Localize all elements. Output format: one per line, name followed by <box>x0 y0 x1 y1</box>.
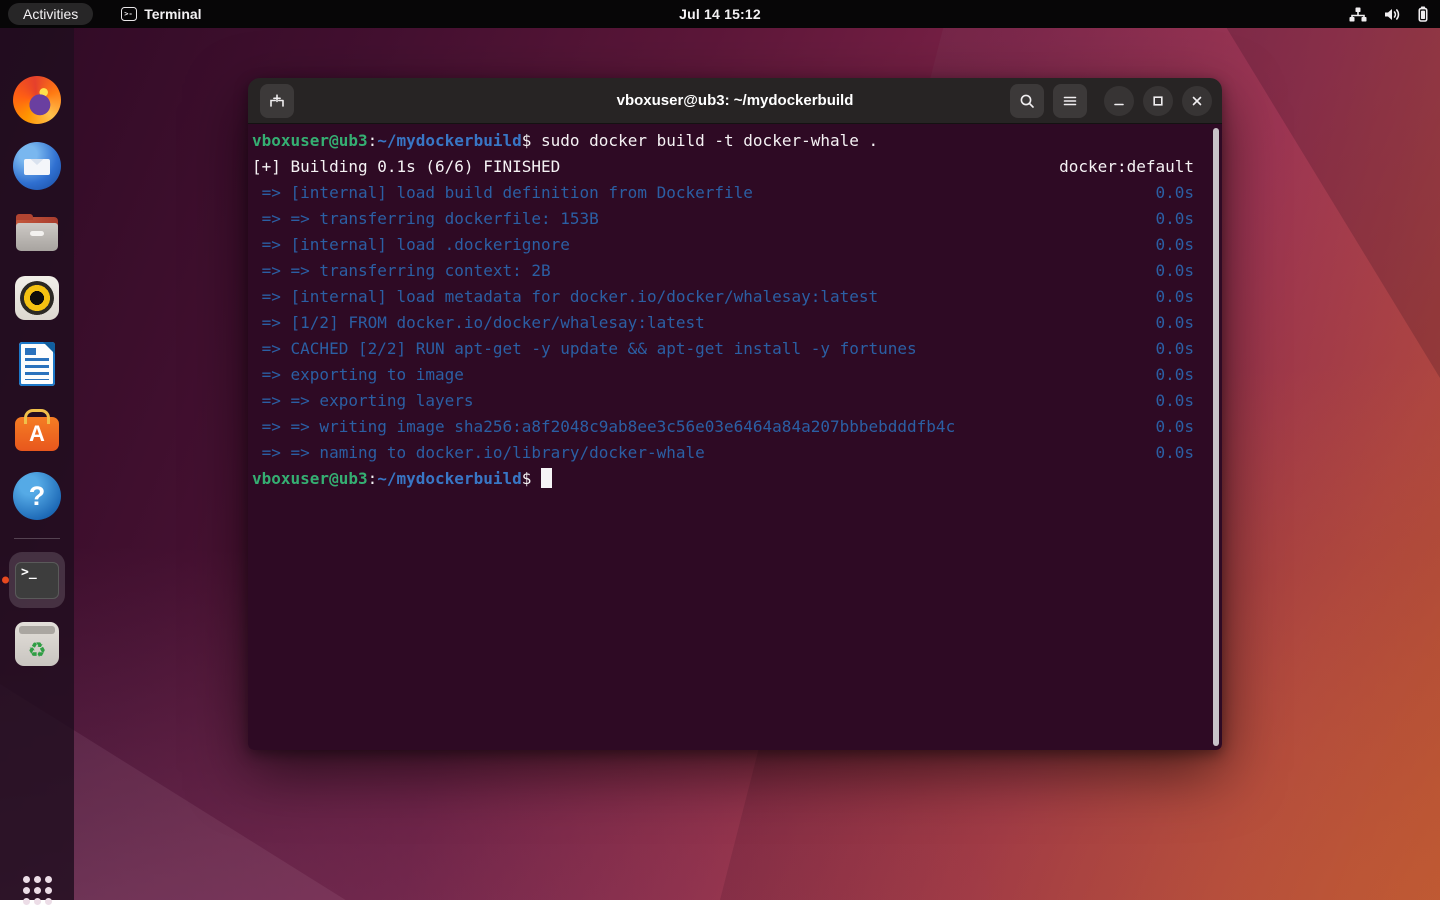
terminal-window: vboxuser@ub3: ~/mydockerbuild <box>248 78 1222 750</box>
dock-item-terminal[interactable]: >_ <box>9 552 65 608</box>
network-wired-icon <box>1349 7 1367 22</box>
maximize-button[interactable] <box>1143 86 1173 116</box>
running-indicator-dot <box>2 577 9 584</box>
focused-app-menu[interactable]: >- Terminal <box>121 6 201 22</box>
app-grid-icon <box>23 876 52 905</box>
libreoffice-writer-icon <box>19 342 55 386</box>
focused-app-name: Terminal <box>144 6 201 22</box>
terminal-line: => => writing image sha256:a8f2048c9ab8e… <box>252 414 1220 440</box>
firefox-icon <box>13 76 61 124</box>
dock-item-files[interactable] <box>13 208 61 256</box>
window-title: vboxuser@ub3: ~/mydockerbuild <box>617 92 854 109</box>
terminal-line: => CACHED [2/2] RUN apt-get -y update &&… <box>252 336 1220 362</box>
new-tab-icon <box>267 92 287 110</box>
trash-icon: ♻ <box>15 622 59 666</box>
hamburger-menu-icon <box>1061 92 1079 110</box>
terminal-scrollbar[interactable] <box>1213 128 1219 746</box>
terminal-cursor <box>541 468 552 488</box>
terminal-line: => [1/2] FROM docker.io/docker/whalesay:… <box>252 310 1220 336</box>
close-icon <box>1190 94 1204 108</box>
terminal-line: [+] Building 0.1s (6/6) FINISHEDdocker:d… <box>252 154 1220 180</box>
activities-button[interactable]: Activities <box>8 3 93 25</box>
clock[interactable]: Jul 14 15:12 <box>679 6 761 22</box>
close-button[interactable] <box>1182 86 1212 116</box>
new-tab-button[interactable] <box>260 84 294 118</box>
terminal-line: => => transferring dockerfile: 153B0.0s <box>252 206 1220 232</box>
terminal-output: vboxuser@ub3:~/mydockerbuild$ sudo docke… <box>252 128 1220 492</box>
dock-item-help[interactable]: ? <box>13 472 61 520</box>
search-icon <box>1018 92 1036 110</box>
terminal-line: => [internal] load .dockerignore0.0s <box>252 232 1220 258</box>
dock-item-libreoffice-writer[interactable] <box>13 340 61 388</box>
top-bar: Activities >- Terminal Jul 14 15:12 <box>0 0 1440 28</box>
terminal-line: vboxuser@ub3:~/mydockerbuild$ sudo docke… <box>252 128 1220 154</box>
search-button[interactable] <box>1010 84 1044 118</box>
terminal-line: => exporting to image0.0s <box>252 362 1220 388</box>
dock-item-thunderbird[interactable] <box>13 142 61 190</box>
show-applications-button[interactable] <box>13 866 61 914</box>
minimize-icon <box>1112 94 1126 108</box>
files-folder-icon <box>16 217 58 251</box>
terminal-line: vboxuser@ub3:~/mydockerbuild$ <box>252 466 1220 492</box>
dock: A ? >_ ♻ <box>0 28 74 900</box>
terminal-icon: >_ <box>15 562 59 599</box>
help-icon: ? <box>13 472 61 520</box>
terminal-line: => => naming to docker.io/library/docker… <box>252 440 1220 466</box>
dock-separator <box>14 538 60 539</box>
dock-item-firefox[interactable] <box>13 76 61 124</box>
menu-button[interactable] <box>1053 84 1087 118</box>
system-tray[interactable] <box>1349 0 1428 28</box>
dock-item-ubuntu-software[interactable]: A <box>13 406 61 454</box>
terminal-line: => => transferring context: 2B0.0s <box>252 258 1220 284</box>
terminal-titlebar[interactable]: vboxuser@ub3: ~/mydockerbuild <box>248 78 1222 124</box>
terminal-line: => [internal] load build definition from… <box>252 180 1220 206</box>
volume-icon <box>1384 7 1401 22</box>
terminal-line: => [internal] load metadata for docker.i… <box>252 284 1220 310</box>
battery-icon <box>1418 6 1428 22</box>
terminal-line: => => exporting layers0.0s <box>252 388 1220 414</box>
minimize-button[interactable] <box>1104 86 1134 116</box>
ubuntu-software-icon: A <box>15 417 59 451</box>
thunderbird-icon <box>13 142 61 190</box>
rhythmbox-icon <box>15 276 59 320</box>
terminal-content[interactable]: vboxuser@ub3:~/mydockerbuild$ sudo docke… <box>248 124 1222 750</box>
maximize-icon <box>1151 94 1165 108</box>
terminal-app-icon: >- <box>121 7 137 21</box>
dock-item-rhythmbox[interactable] <box>13 274 61 322</box>
dock-item-trash[interactable]: ♻ <box>13 620 61 668</box>
